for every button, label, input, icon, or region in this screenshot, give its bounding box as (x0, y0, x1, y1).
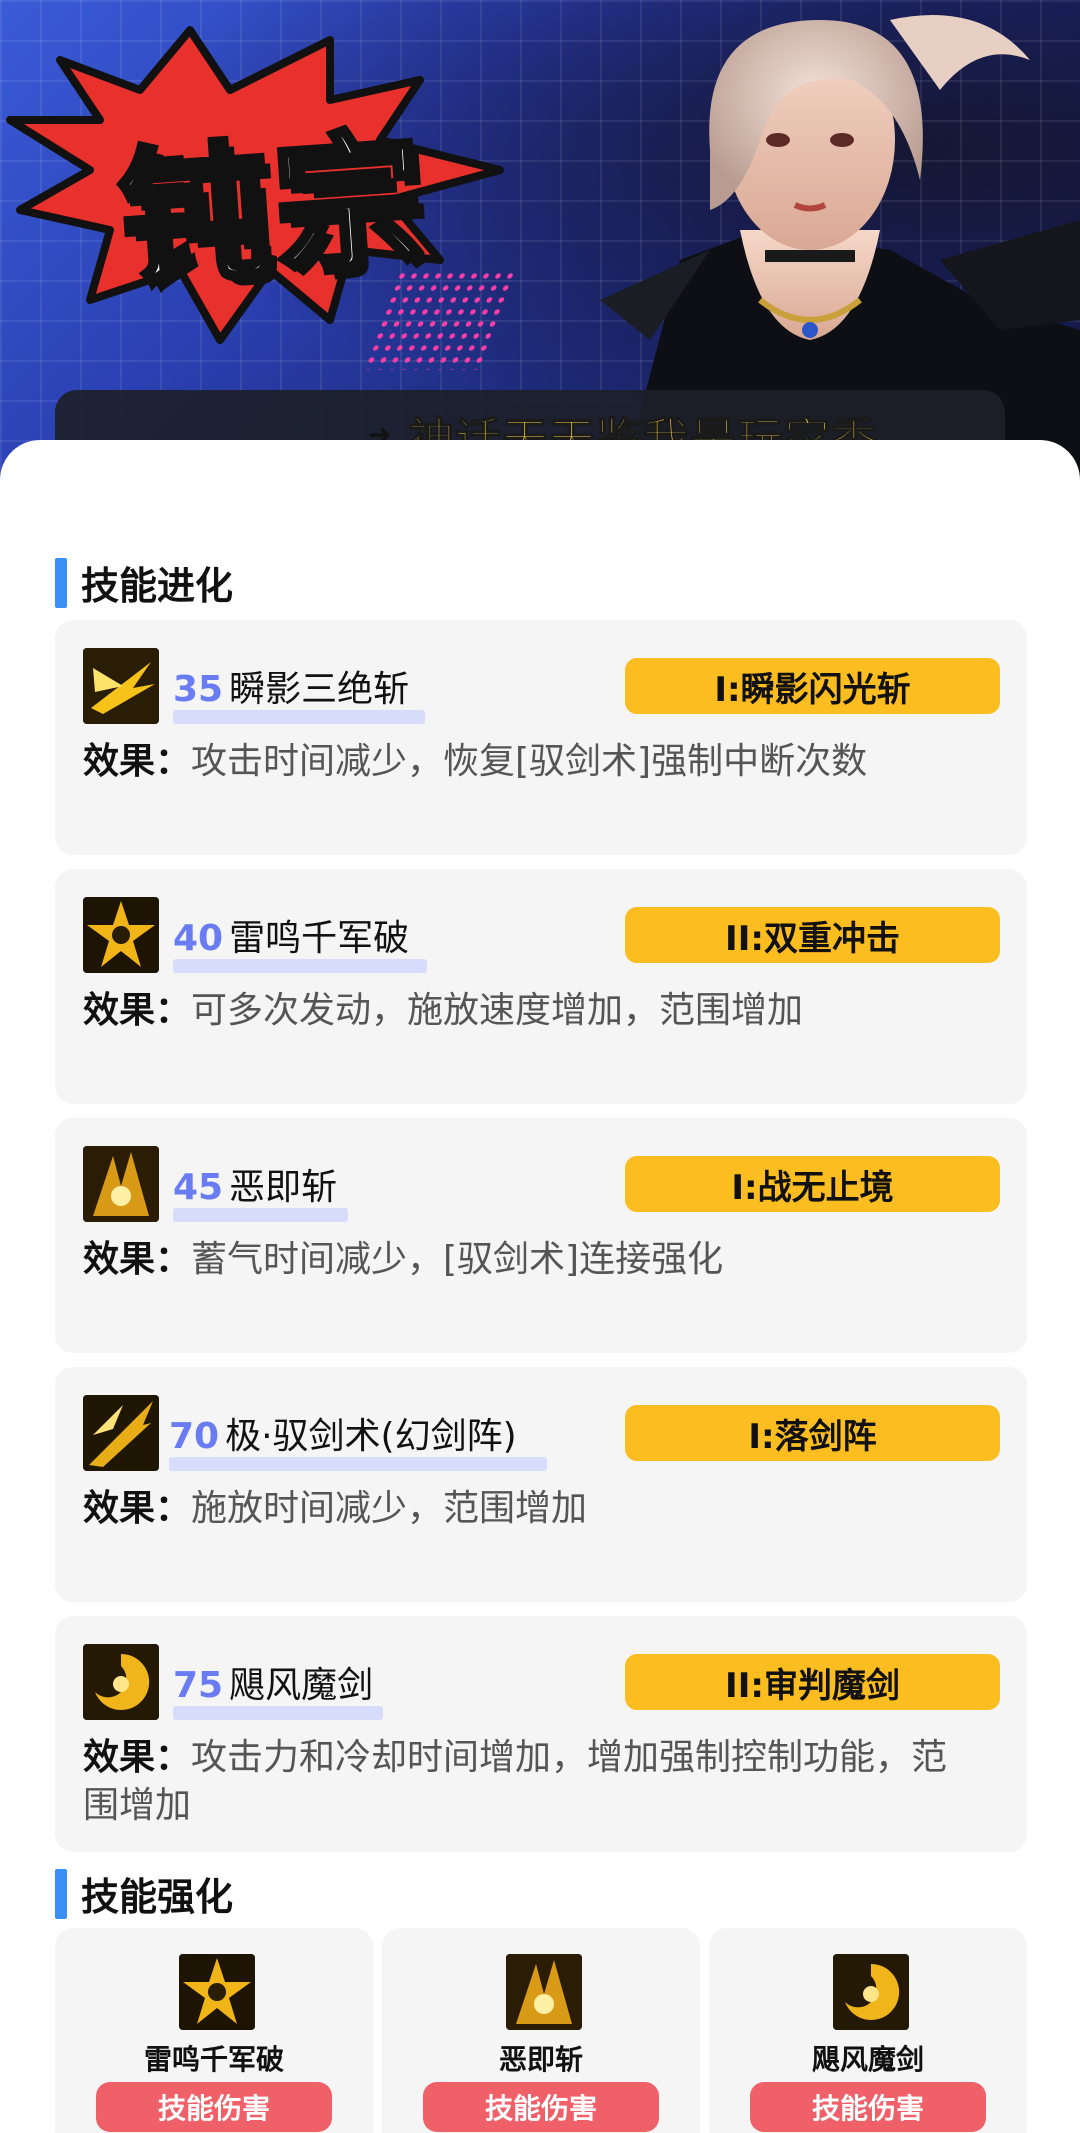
skill-card: 45 恶即斩 I:战无止境 效果：蓄气时间减少，[驭剑术]连接强化 (55, 1118, 1027, 1353)
effect-label: 效果： (83, 1488, 192, 1529)
hero-banner: 钝宗 ➜ 神话天天鉴我是玩家秀 (0, 0, 1080, 490)
enhance-skill-name: 飓风魔剑 (811, 2043, 924, 2076)
skill-effect: 效果：攻击力和冷却时间增加，增加强制控制功能，范围增加 (83, 1734, 983, 1830)
thunder-star-icon (179, 1954, 255, 2030)
sword-array-icon (83, 1395, 159, 1471)
banner-title: 钝宗 (112, 111, 437, 310)
skill-title: 瞬影三绝斩 (229, 669, 410, 710)
skill-underline (169, 1457, 547, 1471)
skill-card: 70 极·驭剑术(幻剑阵) I:落剑阵 效果：施放时间减少，范围增加 (55, 1367, 1027, 1602)
enhance-skill-name: 雷鸣千军破 (143, 2043, 284, 2076)
evolution-badge[interactable]: II:审判魔剑 (625, 1654, 1000, 1710)
skill-underline (173, 1706, 383, 1720)
skill-name: 40 雷鸣千军破 (173, 909, 427, 973)
skill-underline (173, 959, 427, 973)
skill-card: 40 雷鸣千军破 II:双重冲击 效果：可多次发动，施放速度增加，范围增加 (55, 869, 1027, 1104)
skill-title: 极·驭剑术(幻剑阵) (225, 1416, 517, 1457)
skill-level: 40 (173, 918, 224, 959)
skill-title: 雷鸣千军破 (229, 918, 410, 959)
enhance-card: 雷鸣千军破 技能伤害 (55, 1928, 373, 2133)
skill-name: 75 飓风魔剑 (173, 1656, 383, 1720)
effect-text: 攻击力和冷却时间增加，增加强制控制功能，范围增加 (83, 1737, 948, 1826)
section-header-evolution: 技能进化 (55, 555, 233, 610)
skill-title: 飓风魔剑 (229, 1665, 374, 1706)
skill-underline (173, 710, 425, 724)
section-title: 技能进化 (81, 564, 234, 608)
slash-burst-icon (83, 648, 159, 724)
effect-text: 可多次发动，施放速度增加，范围增加 (191, 990, 804, 1031)
evolution-badge[interactable]: I:瞬影闪光斩 (625, 658, 1000, 714)
effect-text: 蓄气时间减少，[驭剑术]连接强化 (191, 1239, 724, 1280)
section-header-enhance: 技能强化 (55, 1866, 233, 1921)
effect-label: 效果： (83, 741, 192, 782)
skill-damage-button[interactable]: 技能伤害 (96, 2082, 332, 2132)
skill-card: 75 飓风魔剑 II:审判魔剑 效果：攻击力和冷却时间增加，增加强制控制功能，范围… (55, 1616, 1027, 1852)
evolution-badge[interactable]: I:战无止境 (625, 1156, 1000, 1212)
skill-name: 35 瞬影三绝斩 (173, 660, 425, 724)
evil-slash-icon (83, 1146, 159, 1222)
enhance-skill-name: 恶即斩 (498, 2043, 583, 2076)
thunder-star-icon (83, 897, 159, 973)
evolution-badge[interactable]: I:落剑阵 (625, 1405, 1000, 1461)
skill-level: 45 (173, 1167, 224, 1208)
effect-label: 效果： (83, 1239, 192, 1280)
skill-effect: 效果：攻击时间减少，恢复[驭剑术]强制中断次数 (83, 738, 1003, 786)
section-accent-bar (55, 557, 67, 608)
skill-level: 75 (173, 1665, 224, 1706)
skill-level: 35 (173, 669, 224, 710)
enhance-card: 飓风魔剑 技能伤害 (709, 1928, 1027, 2133)
skill-name: 70 极·驭剑术(幻剑阵) (169, 1407, 547, 1471)
skill-effect: 效果：施放时间减少，范围增加 (83, 1485, 1003, 1533)
evolution-badge[interactable]: II:双重冲击 (625, 907, 1000, 963)
skill-effect: 效果：蓄气时间减少，[驭剑术]连接强化 (83, 1236, 1003, 1284)
skill-effect: 效果：可多次发动，施放速度增加，范围增加 (83, 987, 1003, 1035)
skill-level: 70 (169, 1416, 220, 1457)
evil-slash-icon (506, 1954, 582, 2030)
effect-label: 效果： (83, 1737, 192, 1778)
section-title: 技能强化 (81, 1875, 234, 1919)
skill-name: 45 恶即斩 (173, 1158, 348, 1222)
skill-card: 35 瞬影三绝斩 I:瞬影闪光斩 效果：攻击时间减少，恢复[驭剑术]强制中断次数 (55, 620, 1027, 855)
effect-text: 施放时间减少，范围增加 (191, 1488, 588, 1529)
cyclone-sword-icon (83, 1644, 159, 1720)
skill-underline (173, 1208, 348, 1222)
skill-damage-button[interactable]: 技能伤害 (750, 2082, 986, 2132)
enhance-card: 恶即斩 技能伤害 (382, 1928, 700, 2133)
section-accent-bar (55, 1868, 67, 1919)
skill-title: 恶即斩 (229, 1167, 338, 1208)
effect-text: 攻击时间减少，恢复[驭剑术]强制中断次数 (191, 741, 868, 782)
effect-label: 效果： (83, 990, 192, 1031)
cyclone-sword-icon (833, 1954, 909, 2030)
skill-damage-button[interactable]: 技能伤害 (423, 2082, 659, 2132)
